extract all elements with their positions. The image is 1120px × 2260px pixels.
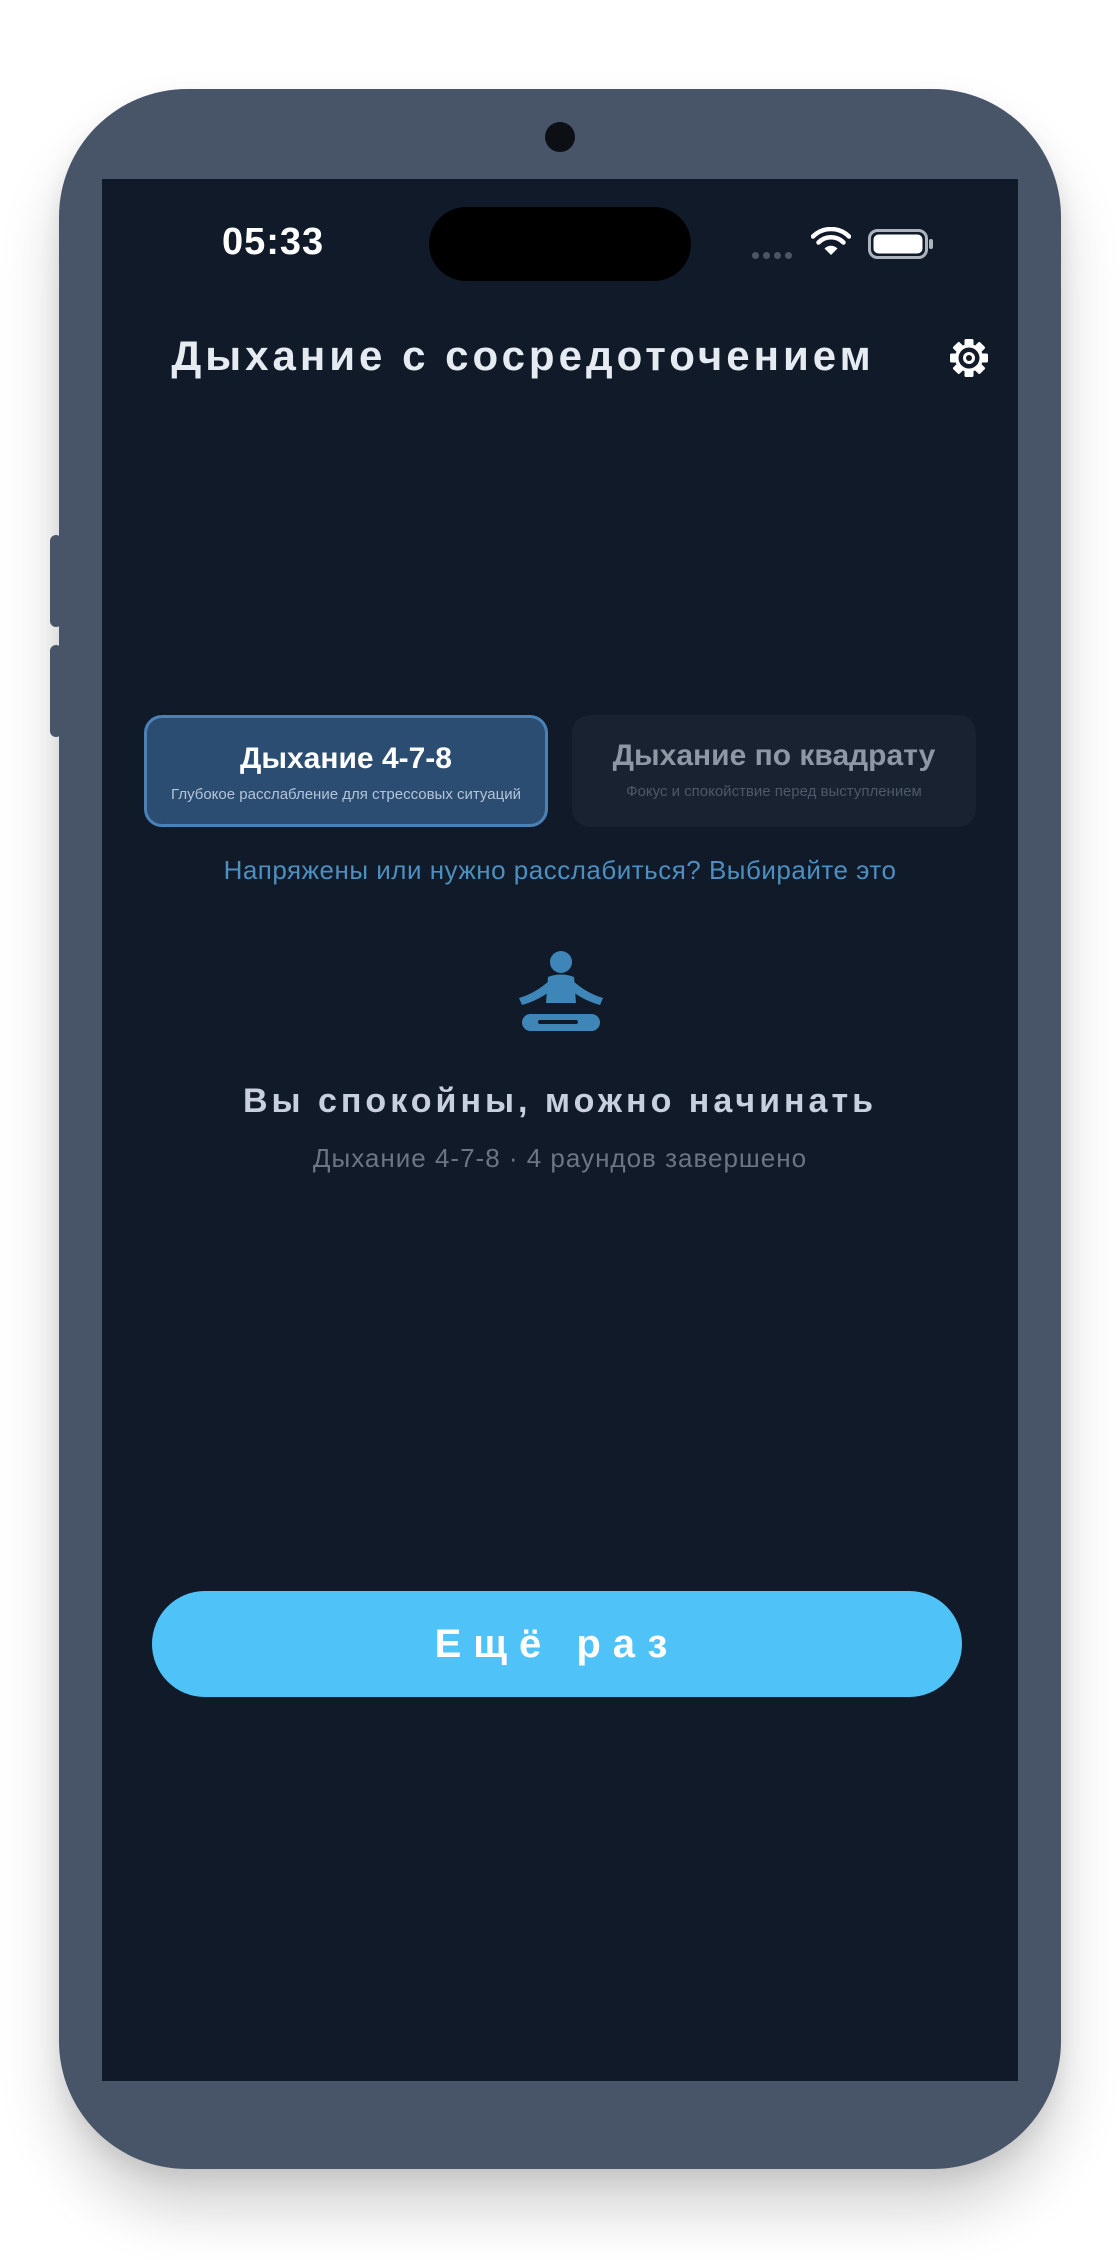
technique-tab-title: Дыхание 4-7-8 [240,742,452,775]
front-camera [545,122,575,152]
power-button [1049,663,1061,785]
cellular-signal-icon [752,252,792,259]
technique-tab-box[interactable]: Дыхание по квадрату Фокус и спокойствие … [572,715,976,827]
status-time: 05:33 [222,221,325,263]
technique-tab-subtitle: Фокус и спокойствие перед выступлением [626,783,922,800]
technique-tab-title: Дыхание по квадрату [612,739,936,772]
app-screen: 05:33 Дыхание с сосредоточением Дыхание … [102,179,1018,2081]
volume-down-button [50,645,62,737]
restart-button[interactable]: Ещё раз [152,1591,962,1697]
gear-icon[interactable] [948,337,990,379]
technique-tab-478[interactable]: Дыхание 4-7-8 Глубокое расслабление для … [144,715,548,827]
page-title: Дыхание с сосредоточением [171,332,875,379]
wifi-icon [811,227,851,255]
dynamic-island [429,207,691,281]
technique-tab-subtitle: Глубокое расслабление для стрессовых сит… [171,786,521,803]
meditation-icon [519,951,603,1031]
session-status-title: Вы спокойны, можно начинать [242,1082,878,1120]
volume-up-button [50,535,62,627]
technique-hint: Напряжены или нужно расслабиться? Выбира… [223,855,897,885]
battery-icon [868,229,933,259]
session-status-subtitle: Дыхание 4-7-8 · 4 раундов завершено [312,1143,808,1173]
